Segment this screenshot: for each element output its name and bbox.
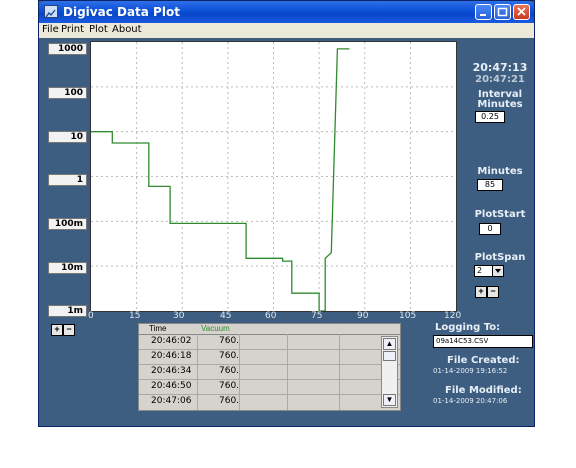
plot-span-value: 2 (477, 266, 483, 275)
plot-span-label: PlotSpan (474, 252, 526, 263)
vacuum-chart (91, 42, 456, 312)
zoom-out-x-button[interactable]: − (487, 286, 499, 298)
table-row-vacuum: 760. (219, 336, 240, 346)
y-label-1m: 1m (48, 305, 87, 317)
y-label-1: 1 (48, 174, 87, 186)
y-label-100m: 100m (48, 218, 87, 230)
y-label-10m: 10m (48, 262, 87, 274)
menu-about[interactable]: About (112, 24, 142, 35)
table-row-vacuum: 760. (219, 396, 240, 406)
table-row-vacuum: 760. (219, 351, 240, 361)
current-time: 20:47:13 (472, 61, 528, 74)
x-label-0: 0 (88, 311, 94, 321)
table-scrollbar[interactable]: ▲ ▼ (381, 336, 398, 408)
window-title: Digivac Data Plot (63, 5, 180, 19)
menu-print[interactable]: Print (61, 24, 84, 35)
x-label-30: 30 (173, 311, 185, 321)
scroll-thumb[interactable] (383, 351, 396, 361)
menu-plot[interactable]: Plot (89, 24, 108, 35)
table-row-vacuum: 760. (219, 381, 240, 391)
file-modified-value: 01-14-2009 20:47:06 (433, 397, 508, 405)
last-time: 20:47:21 (475, 74, 525, 85)
zoom-out-y-button[interactable]: − (63, 324, 75, 336)
table-row-time: 20:47:06 (151, 396, 192, 406)
interval-field[interactable]: 0.25 (475, 111, 505, 123)
title-bar[interactable]: Digivac Data Plot (39, 1, 534, 23)
x-label-45: 45 (220, 311, 232, 321)
chevron-down-icon[interactable] (492, 266, 503, 276)
logging-label: Logging To: (435, 322, 501, 333)
data-table[interactable]: Time Vacuum 20:46:02 760. 20:46:18 760. … (138, 323, 401, 411)
file-modified-label: File Modified: (445, 385, 522, 396)
scroll-down-icon[interactable]: ▼ (383, 394, 396, 406)
x-label-15: 15 (129, 311, 141, 321)
table-row-time: 20:46:02 (151, 336, 192, 346)
plot-span-select[interactable]: 2 (474, 265, 504, 277)
vacuum-column-header: Vacuum (201, 324, 230, 333)
menu-bar: File Print Plot About (39, 23, 534, 38)
table-row-time: 20:46:34 (151, 366, 192, 376)
x-label-60: 60 (265, 311, 277, 321)
plot-area[interactable] (90, 41, 457, 312)
minutes-label: Minutes (477, 166, 523, 177)
menu-file[interactable]: File (42, 24, 59, 35)
plot-start-label: PlotStart (474, 209, 526, 220)
table-row-time: 20:46:18 (151, 351, 192, 361)
zoom-in-x-button[interactable]: + (475, 286, 487, 298)
plot-start-field[interactable]: 0 (479, 223, 501, 235)
table-row-vacuum: 760. (219, 366, 240, 376)
minutes-field: 85 (477, 179, 503, 191)
vacuum-series-line (91, 48, 350, 312)
x-label-90: 90 (357, 311, 369, 321)
close-button[interactable] (513, 4, 530, 20)
minimize-button[interactable] (475, 4, 492, 20)
y-label-10: 10 (48, 131, 87, 143)
table-row-time: 20:46:50 (151, 381, 192, 391)
x-label-120: 120 (444, 311, 462, 321)
file-created-value: 01-14-2009 19:16:52 (433, 367, 508, 375)
app-window: Digivac Data Plot File Print Plot About … (38, 0, 535, 427)
interval-minutes-label: Minutes (477, 99, 523, 110)
file-created-label: File Created: (447, 355, 520, 366)
zoom-in-y-button[interactable]: + (51, 324, 63, 336)
x-label-75: 75 (311, 311, 323, 321)
maximize-button[interactable] (494, 4, 511, 20)
y-label-100: 100 (48, 87, 87, 99)
scroll-up-icon[interactable]: ▲ (383, 338, 396, 350)
time-column-header: Time (149, 324, 167, 333)
app-icon (44, 5, 58, 18)
y-label-1000: 1000 (48, 43, 87, 55)
x-label-105: 105 (399, 311, 417, 321)
logging-file-field[interactable]: 09a14C53.CSV (433, 335, 533, 348)
